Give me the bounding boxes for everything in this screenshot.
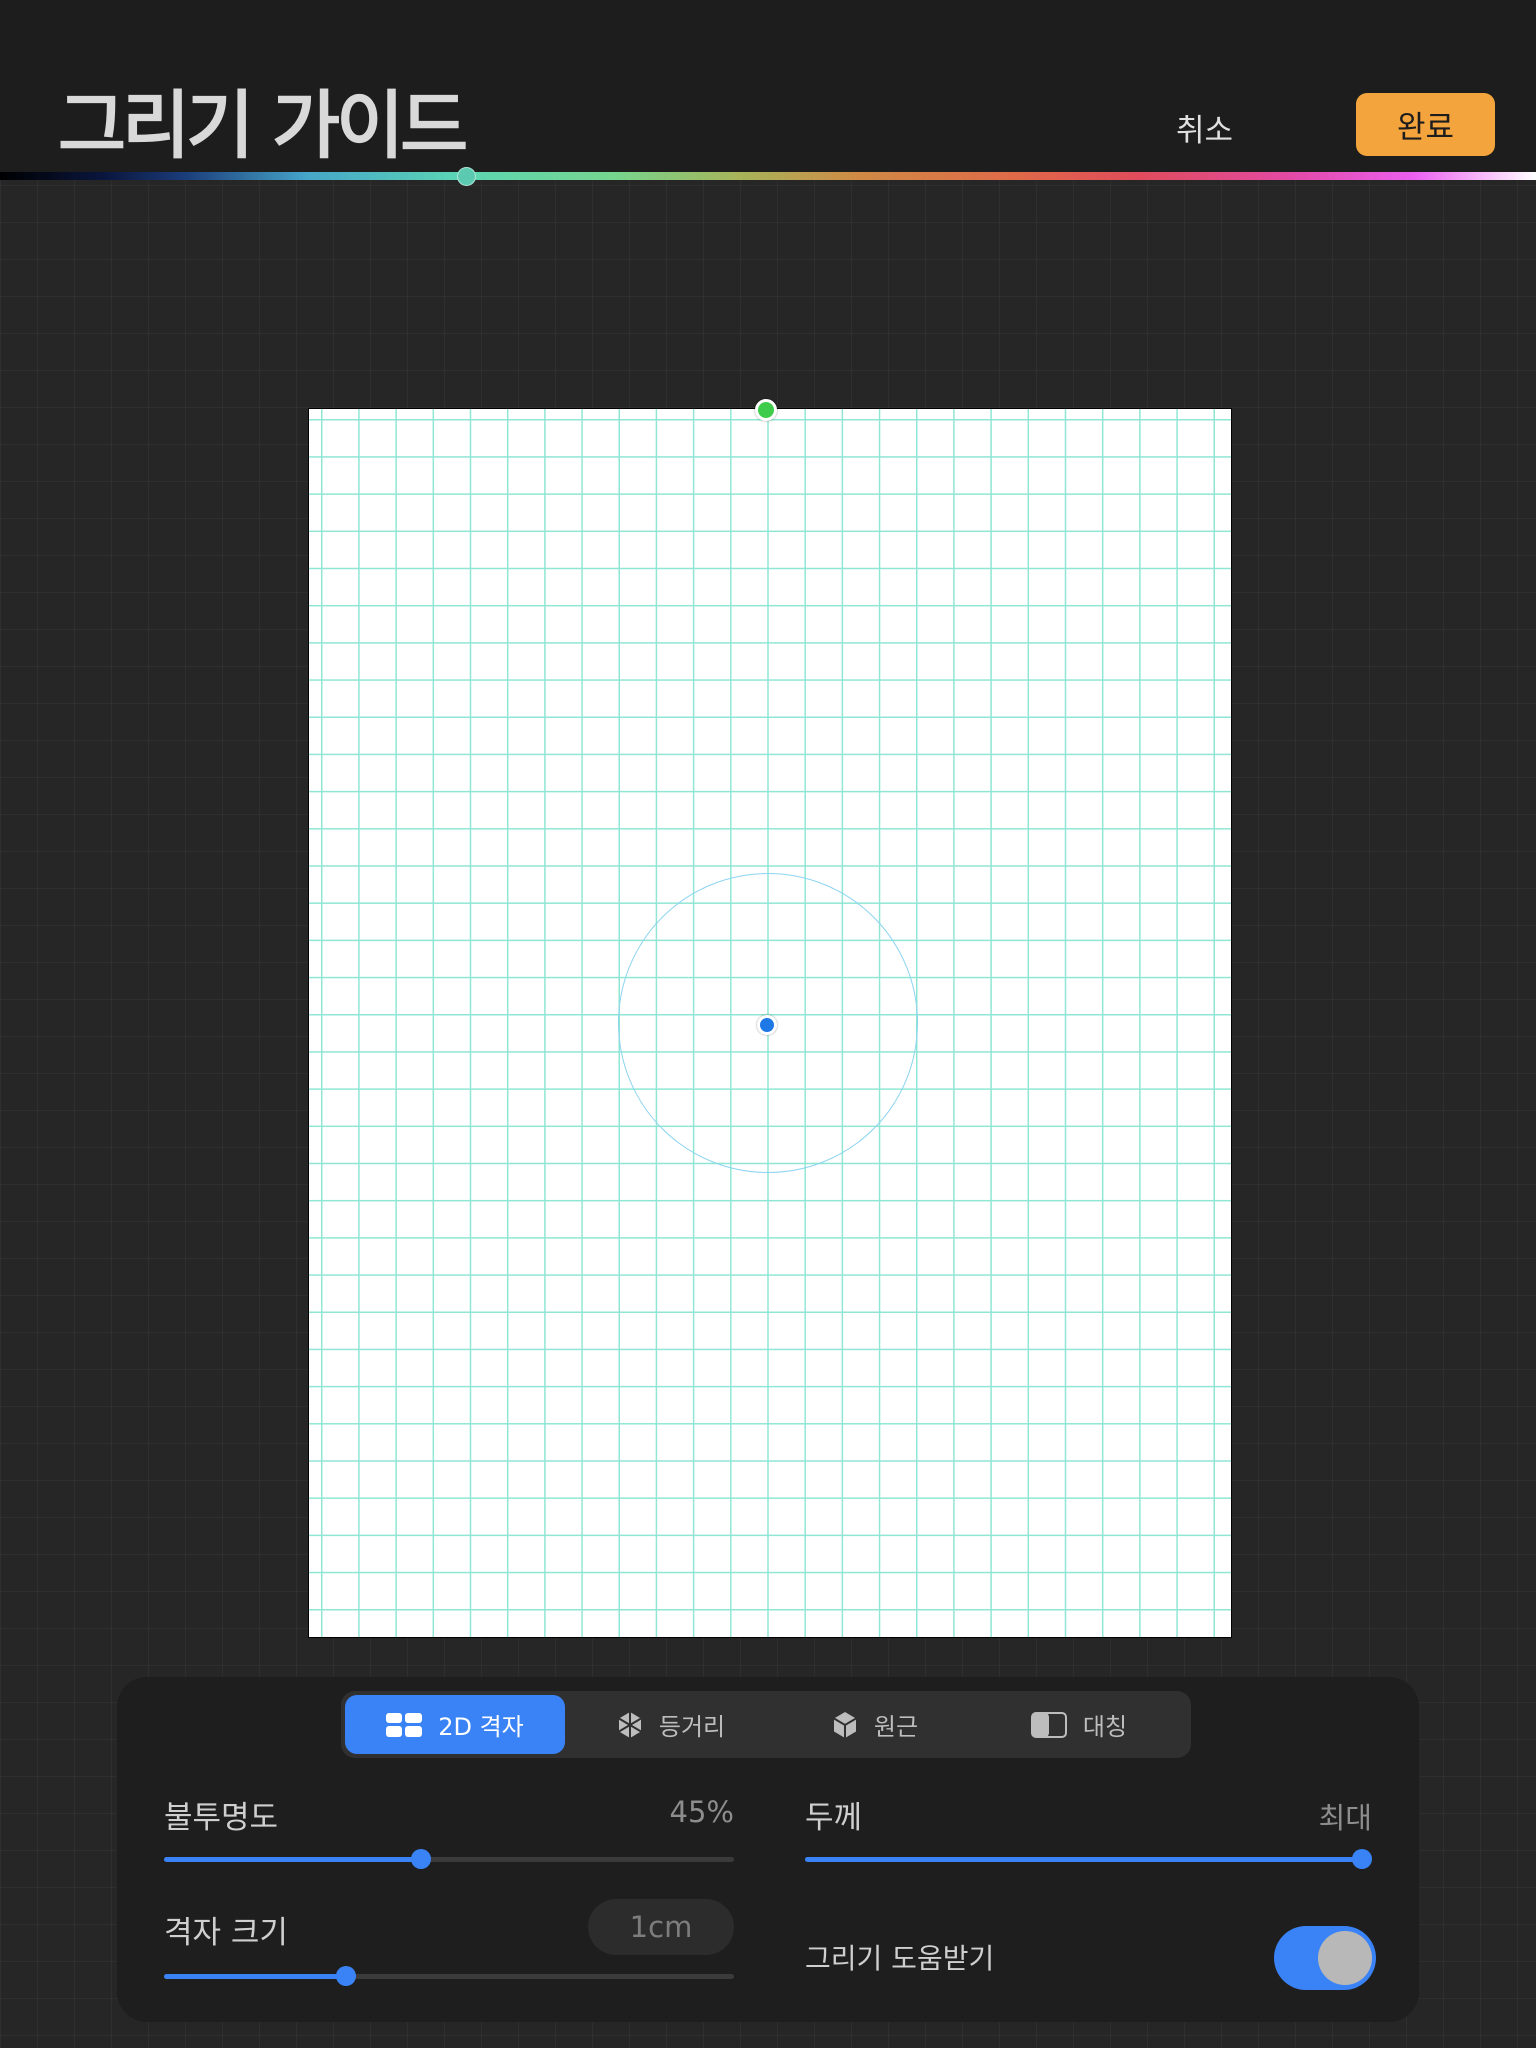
thickness-slider-fill xyxy=(805,1857,1362,1862)
tab-label: 등거리 xyxy=(658,1713,726,1741)
tab-label: 원근 xyxy=(873,1713,919,1741)
guide-rotate-handle[interactable] xyxy=(755,399,777,421)
grid-icon xyxy=(386,1712,423,1737)
opacity-label: 불투명도 xyxy=(164,1800,279,1836)
thickness-slider[interactable] xyxy=(805,1849,1372,1869)
opacity-slider-fill xyxy=(164,1857,421,1862)
grid-size-label: 격자 크기 xyxy=(164,1915,288,1951)
hue-slider[interactable] xyxy=(0,172,1536,180)
tab-symmetry[interactable]: 대칭 xyxy=(981,1695,1177,1754)
thickness-slider-knob[interactable] xyxy=(1352,1849,1372,1869)
header: 그리기 가이드 취소 완료 xyxy=(0,0,1536,178)
guide-type-tabs: 2D 격자 등거리 원근 대칭 xyxy=(341,1691,1191,1758)
grid-size-slider[interactable] xyxy=(164,1966,734,1986)
done-button[interactable]: 완료 xyxy=(1356,93,1495,156)
grid-size-slider-fill xyxy=(164,1974,347,1979)
thickness-value: 최대 xyxy=(1318,1801,1372,1835)
grid-size-value-field[interactable]: 1cm xyxy=(588,1899,734,1955)
cancel-button[interactable]: 취소 xyxy=(1170,104,1239,151)
tab-perspective[interactable]: 원근 xyxy=(777,1695,973,1754)
tab-label: 2D 격자 xyxy=(438,1713,524,1741)
guide-settings-panel: 2D 격자 등거리 원근 대칭 불투명도 45% 두께 최대 격자 크기 1cm… xyxy=(117,1677,1419,2022)
guide-center-handle[interactable] xyxy=(757,1015,777,1035)
thickness-label: 두께 xyxy=(805,1800,863,1836)
tab-label: 대칭 xyxy=(1082,1713,1128,1741)
opacity-slider-knob[interactable] xyxy=(410,1849,431,1869)
hue-slider-knob[interactable] xyxy=(457,167,477,186)
perspective-icon xyxy=(833,1711,857,1738)
drawing-assist-toggle[interactable] xyxy=(1274,1926,1376,1990)
page-title: 그리기 가이드 xyxy=(58,83,468,169)
symmetry-icon xyxy=(1030,1711,1067,1738)
isometric-icon xyxy=(618,1711,642,1738)
opacity-slider[interactable] xyxy=(164,1849,734,1869)
tab-isometric[interactable]: 등거리 xyxy=(573,1695,769,1754)
tab-2d-grid[interactable]: 2D 격자 xyxy=(345,1695,565,1754)
grid-size-slider-knob[interactable] xyxy=(336,1966,357,1986)
drawing-assist-label: 그리기 도움받기 xyxy=(805,1942,995,1975)
toggle-knob xyxy=(1318,1931,1372,1985)
opacity-value: 45% xyxy=(669,1795,734,1829)
